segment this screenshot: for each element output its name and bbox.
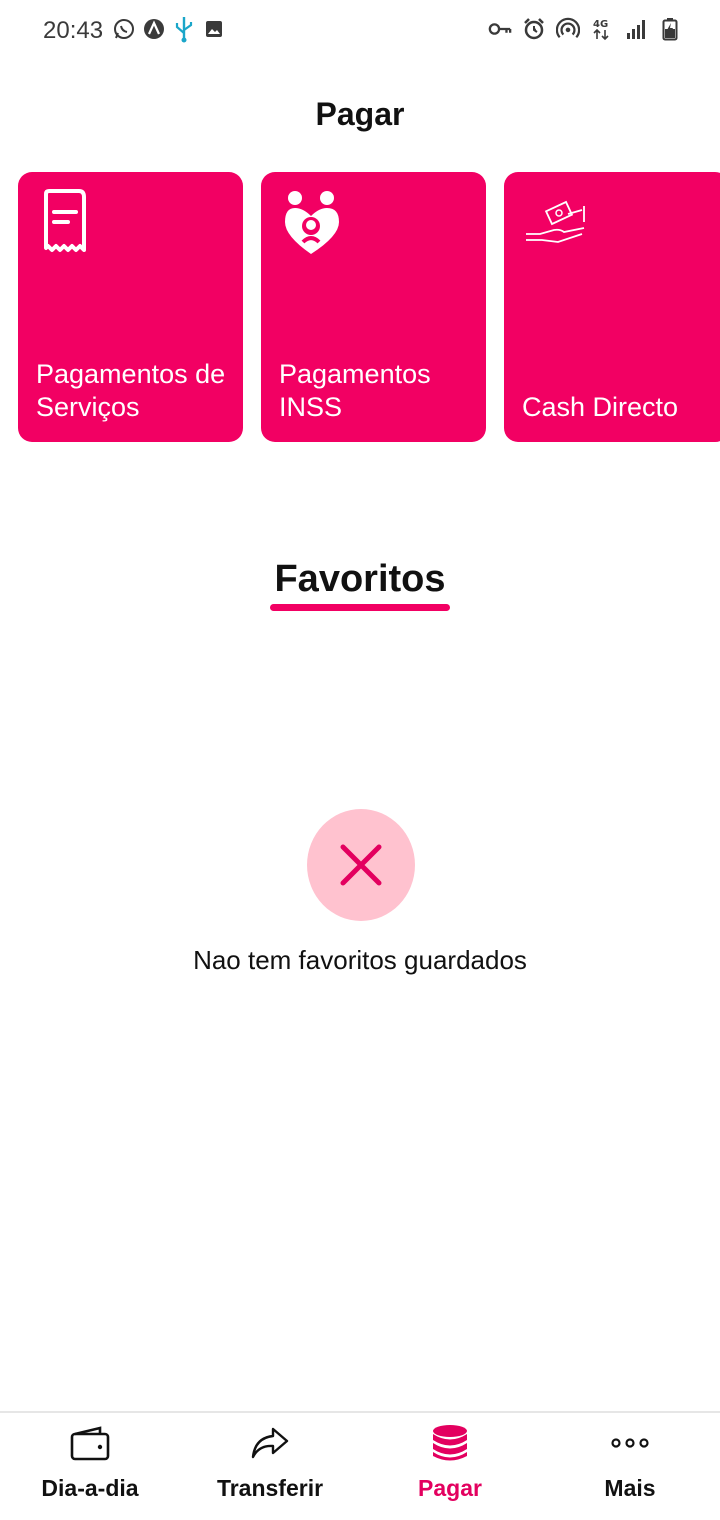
status-right-icons: 4G [488,16,682,42]
favorites-title: Favoritos [274,558,446,600]
nav-item-mais[interactable]: Mais [540,1413,720,1520]
nav-label: Transferir [216,1475,324,1501]
page-title: Pagar [315,96,405,132]
status-left-icons [112,16,226,43]
battery-charging-icon [658,16,682,42]
nav-label: Pagar [418,1475,482,1501]
image-icon [202,16,226,42]
receipt-icon [44,189,86,252]
card-label: Pagamentos INSS [279,359,431,422]
empty-state-message: Nao tem favoritos guardados [193,945,527,975]
wallet-icon [70,1423,110,1463]
family-heart-icon [285,191,339,254]
nav-item-pagar[interactable]: Pagar [360,1413,540,1520]
empty-state-badge [307,809,415,921]
screen: 20:43 4G Pagar Pagamentos de Serviços Pa… [0,0,720,1520]
alarm-icon [522,16,546,42]
cash-hand-icon [526,200,585,243]
favorites-underline [270,604,450,611]
a-badge-icon [142,16,166,42]
vpn-key-icon [488,16,512,42]
coins-stack-icon [430,1423,470,1463]
status-bar: 20:43 4G [0,0,720,60]
bottom-navigation: Dia-a-dia Transferir Pagar Mais [0,1411,720,1520]
card-cash-directo[interactable]: Cash Directo [504,172,720,442]
svg-text:4G: 4G [593,19,608,30]
more-dots-icon [610,1423,650,1463]
status-time: 20:43 [43,17,104,44]
usb-icon [172,16,196,43]
card-pagamentos-inss[interactable]: Pagamentos INSS [261,172,486,442]
card-label: Cash Directo [522,392,679,422]
card-label: Pagamentos de Serviços [36,359,226,422]
hotspot-icon [556,16,580,42]
nav-item-transferir[interactable]: Transferir [180,1413,360,1520]
whatsapp-icon [112,16,136,42]
nav-label: Mais [604,1475,656,1501]
signal-icon [624,16,648,42]
service-cards-carousel[interactable]: Pagamentos de Serviços Pagamentos INSS C… [18,172,720,442]
nav-label: Dia-a-dia [41,1475,139,1501]
network-4g-icon: 4G [590,16,614,42]
nav-item-dia-a-dia[interactable]: Dia-a-dia [0,1413,180,1520]
share-arrow-icon [250,1423,290,1463]
card-pagamentos-servicos[interactable]: Pagamentos de Serviços [18,172,243,442]
close-icon [340,844,382,886]
